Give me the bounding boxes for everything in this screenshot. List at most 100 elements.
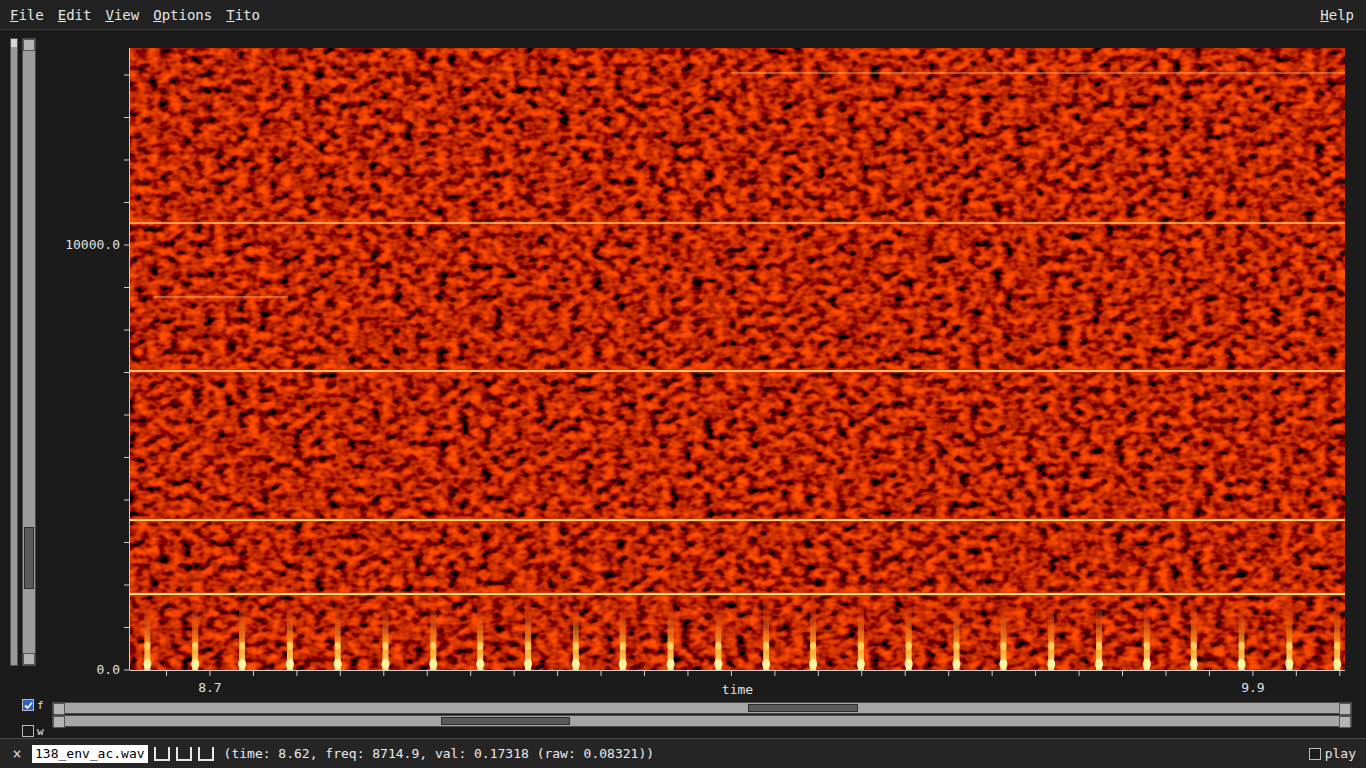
scroll-right-button[interactable] [1339,716,1351,728]
spectrogram-noise [130,48,1345,670]
x-tick [166,670,167,676]
scroll-right-button[interactable] [1339,703,1351,715]
slot-mark[interactable] [176,747,192,761]
x-tick [687,670,688,676]
pulse [619,600,627,670]
play-toggle[interactable]: play [1309,746,1356,761]
x-tick [1339,670,1340,676]
horizontal-scrollbar[interactable] [52,715,1352,727]
scroll-track[interactable] [65,703,1339,713]
checkbox-label: f [37,699,44,712]
status-bar: ×138_env_ac.wav(time: 8.62, freq: 8714.9… [0,738,1366,768]
harmonic-line [153,297,288,298]
pane-toggles: fw [0,666,48,738]
x-tick [1296,670,1297,676]
pulse [286,600,294,670]
vertical-scrollbar[interactable] [22,38,36,666]
x-tick [340,670,341,676]
help-menu[interactable]: Help [1320,7,1354,23]
x-tick-label: 9.9 [1241,680,1264,695]
pulse [999,600,1007,670]
left-controls [0,38,48,666]
x-tick [1165,670,1166,676]
x-tick [818,670,819,676]
y-tick [124,499,130,500]
pulse [1285,600,1293,670]
horizontal-scrollbar[interactable] [52,702,1352,714]
pulse [857,600,865,670]
y-tick [124,202,130,203]
time-scrollbars [48,702,1366,727]
pulse [1190,600,1198,670]
harmonic-line [731,73,1345,74]
x-tick [992,670,993,676]
spectrogram-window: FileEditViewOptionsTitoHelpfw0.010000.08… [0,0,1366,768]
scroll-track[interactable] [23,51,35,653]
menu-item[interactable]: File [10,7,44,23]
y-tick [124,372,130,373]
check-icon [24,701,33,710]
y-tick [124,627,130,628]
x-tick [470,670,471,676]
x-tick [427,670,428,676]
y-axis-line [129,48,130,670]
checkbox[interactable] [1309,748,1321,760]
x-tick [948,670,949,676]
checkbox[interactable] [22,725,34,737]
scroll-track[interactable] [65,716,1339,726]
pulse [714,600,722,670]
y-tick-label: 10000.0 [65,237,120,252]
pulse [524,600,532,670]
pulse [1047,600,1055,670]
x-tick [383,670,384,676]
scroll-down-button[interactable] [23,653,35,665]
pulse [1333,600,1341,670]
pulse [429,600,437,670]
play-label: play [1325,746,1356,761]
pulse [1238,600,1246,670]
scroll-thumb[interactable] [748,704,858,712]
harmonic-line [130,593,1345,594]
menu-item[interactable]: Options [153,7,212,23]
zoom-slider-knob[interactable] [11,39,17,47]
pulse [762,600,770,670]
harmonic-line [130,519,1345,520]
menu-bar: File Edit View Options Tito Help [0,0,1366,30]
scroll-thumb[interactable] [24,527,34,589]
pulse [191,600,199,670]
x-tick [1122,670,1123,676]
scroll-up-button[interactable] [23,39,35,51]
zoom-slider[interactable] [10,38,18,666]
scroll-left-button[interactable] [53,716,65,728]
pulse [382,600,390,670]
close-button[interactable]: × [8,745,26,763]
scroll-left-button[interactable] [53,703,65,715]
y-tick [124,117,130,118]
pulse [572,600,580,670]
pulse [1143,600,1151,670]
pane-toggle[interactable]: w [22,724,48,738]
checkbox[interactable] [22,699,34,711]
pulse [143,600,151,670]
checkbox-label: w [37,725,44,738]
pane-toggle[interactable]: f [22,698,48,712]
main-area: fw0.010000.08.79.9time [0,30,1366,738]
x-tick [1252,670,1253,676]
pulse [476,600,484,670]
x-tick [557,670,558,676]
pulse [905,600,913,670]
menu-item[interactable]: Edit [58,7,92,23]
spectrogram-chart[interactable]: 0.010000.08.79.9time [48,48,1366,702]
x-tick [644,670,645,676]
y-tick [124,74,130,75]
menu-item[interactable]: View [105,7,139,23]
menu-item[interactable]: Tito [226,7,260,23]
pulse [1095,600,1103,670]
slot-mark[interactable] [198,747,214,761]
spectrogram-background [130,48,1345,670]
slot-mark[interactable] [154,747,170,761]
pulse [238,600,246,670]
y-tick [124,159,130,160]
y-tick [124,670,130,671]
scroll-thumb[interactable] [441,717,570,725]
